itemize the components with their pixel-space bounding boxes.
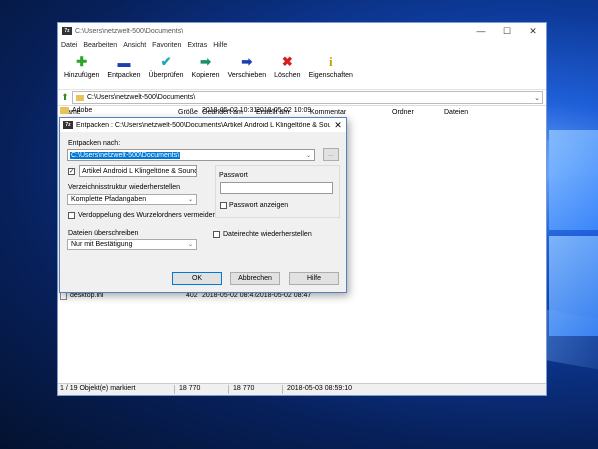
item-size: 402 <box>186 292 198 299</box>
password-label: Passwort <box>219 172 248 179</box>
list-item[interactable]: Adobe 2018-05-02 10:31 2018-05-02 10:09 <box>60 105 540 116</box>
extract-dialog: 7z Entpacken : C:\Users\netzwelt-500\Doc… <box>59 117 347 293</box>
status-separator <box>228 385 229 394</box>
extract-to-field[interactable]: C:\Users\netzwelt-500\Documents\ ⌄ <box>67 149 315 161</box>
dialog-close-button[interactable]: ✕ <box>330 120 346 131</box>
path-mode-label: Verzeichnisstruktur wiederherstellen <box>68 184 181 191</box>
menu-datei[interactable]: Datei <box>61 42 77 49</box>
chevron-down-icon: ⌄ <box>187 242 193 248</box>
menu-ansicht[interactable]: Ansicht <box>123 42 146 49</box>
address-bar: ⬆ C:\Users\netzwelt-500\Documents\ ⌄ <box>58 90 546 106</box>
copy-button[interactable]: ➡ Kopieren <box>188 51 224 79</box>
title-bar: 7z C:\Users\netzwelt-500\Documents\ — ☐ … <box>58 23 546 39</box>
browse-button[interactable]: ... <box>323 148 339 161</box>
up-folder-icon[interactable]: ⬆ <box>58 92 72 103</box>
copy-label: Kopieren <box>191 72 220 79</box>
menu-hilfe[interactable]: Hilfe <box>213 42 227 49</box>
path-mode-value: Komplette Pfadangaben <box>71 196 147 203</box>
extract-label: Entpacken <box>107 72 141 79</box>
show-password-label: Passwort anzeigen <box>229 202 289 209</box>
toolbar: ✚ Hinzufügen ▬ Entpacken ✔ Überprüfen ➡ … <box>58 51 546 90</box>
add-button[interactable]: ✚ Hinzufügen <box>60 51 103 79</box>
status-separator <box>282 385 283 394</box>
menu-extras[interactable]: Extras <box>187 42 207 49</box>
folder-icon <box>60 107 69 114</box>
delete-button[interactable]: ✖ Löschen <box>270 51 304 79</box>
folder-icon <box>76 94 84 101</box>
menu-bearbeiten[interactable]: Bearbeiten <box>83 42 117 49</box>
test-button[interactable]: ✔ Überprüfen <box>145 51 188 79</box>
chevron-down-icon[interactable]: ⌄ <box>306 152 311 159</box>
check-icon: ✔ <box>160 54 172 69</box>
properties-label: Eigenschaften <box>308 72 353 79</box>
app-icon: 7z <box>63 121 73 129</box>
chevron-down-icon: ⌄ <box>187 197 193 203</box>
status-bar: 1 / 19 Objekt(e) markiert 18 770 18 770 … <box>58 383 546 395</box>
item-name: desktop.ini <box>70 292 104 299</box>
menu-favoriten[interactable]: Favoriten <box>152 42 181 49</box>
path-mode-select[interactable]: Komplette Pfadangaben ⌄ <box>67 194 197 205</box>
show-password-checkbox[interactable] <box>220 202 227 209</box>
status-size: 18 770 <box>179 385 201 392</box>
chevron-down-icon[interactable]: ⌄ <box>532 94 542 102</box>
copy-arrow-icon: ➡ <box>200 54 212 69</box>
move-button[interactable]: ➡ Verschieben <box>224 51 271 79</box>
help-button[interactable]: Hilfe <box>289 272 339 285</box>
properties-button[interactable]: i Eigenschaften <box>305 51 357 79</box>
minimize-button[interactable]: — <box>468 23 494 39</box>
windows-logo-pane <box>549 236 598 336</box>
minus-icon: ▬ <box>117 54 131 70</box>
close-button[interactable]: ✕ <box>520 23 546 39</box>
dialog-title-bar: 7z Entpacken : C:\Users\netzwelt-500\Doc… <box>60 118 346 132</box>
avoid-duplicate-root-label: Verdoppelung des Wurzelordners vermeiden <box>78 212 217 219</box>
plus-icon: ✚ <box>76 54 88 69</box>
extract-to-value: C:\Users\netzwelt-500\Documents\ <box>70 151 181 159</box>
address-path: C:\Users\netzwelt-500\Documents\ <box>87 94 196 101</box>
dialog-title: Entpacken : C:\Users\netzwelt-500\Docume… <box>76 121 330 129</box>
item-modified: 2018-05-02 08:47 <box>202 292 258 299</box>
window-title: C:\Users\netzwelt-500\Documents\ <box>75 27 184 35</box>
status-selection: 1 / 19 Objekt(e) markiert <box>60 385 136 392</box>
restore-rights-checkbox[interactable] <box>213 231 220 238</box>
subfolder-field[interactable]: Artikel Android L Klingeltöne & Sounds\ <box>79 165 197 177</box>
overwrite-select[interactable]: Nur mit Bestätigung ⌄ <box>67 239 197 250</box>
avoid-duplicate-root-checkbox[interactable] <box>68 212 75 219</box>
add-label: Hinzufügen <box>64 72 100 79</box>
subfolder-checkbox[interactable]: ✓ <box>68 168 75 175</box>
status-date: 2018-05-03 08:59:10 <box>287 385 352 392</box>
windows-logo-pane <box>549 130 598 230</box>
delete-label: Löschen <box>274 72 301 79</box>
move-label: Verschieben <box>227 72 267 79</box>
delete-icon: ✖ <box>281 54 293 69</box>
address-input[interactable]: C:\Users\netzwelt-500\Documents\ ⌄ <box>72 91 543 104</box>
test-label: Überprüfen <box>148 72 184 79</box>
item-created: 2018-05-02 08:47 <box>256 292 312 299</box>
item-name: Adobe <box>72 107 93 114</box>
status-separator <box>174 385 175 394</box>
move-arrow-icon: ➡ <box>241 54 253 69</box>
password-field[interactable] <box>220 182 333 194</box>
extract-button[interactable]: ▬ Entpacken <box>103 51 144 80</box>
overwrite-label: Dateien überschreiben <box>68 230 139 237</box>
info-icon: i <box>328 54 333 69</box>
restore-rights-label: Dateirechte wiederherstellen <box>223 231 312 238</box>
ok-button[interactable]: OK <box>172 272 222 285</box>
overwrite-value: Nur mit Bestätigung <box>71 241 133 248</box>
maximize-button[interactable]: ☐ <box>494 23 520 39</box>
extract-to-label: Entpacken nach: <box>68 140 121 147</box>
item-modified: 2018-05-02 10:31 <box>202 107 258 114</box>
item-created: 2018-05-02 10:09 <box>256 107 312 114</box>
app-icon: 7z <box>62 27 72 35</box>
cancel-button[interactable]: Abbrechen <box>230 272 280 285</box>
menu-bar: Datei Bearbeiten Ansicht Favoriten Extra… <box>58 39 546 51</box>
status-packed-size: 18 770 <box>233 385 255 392</box>
